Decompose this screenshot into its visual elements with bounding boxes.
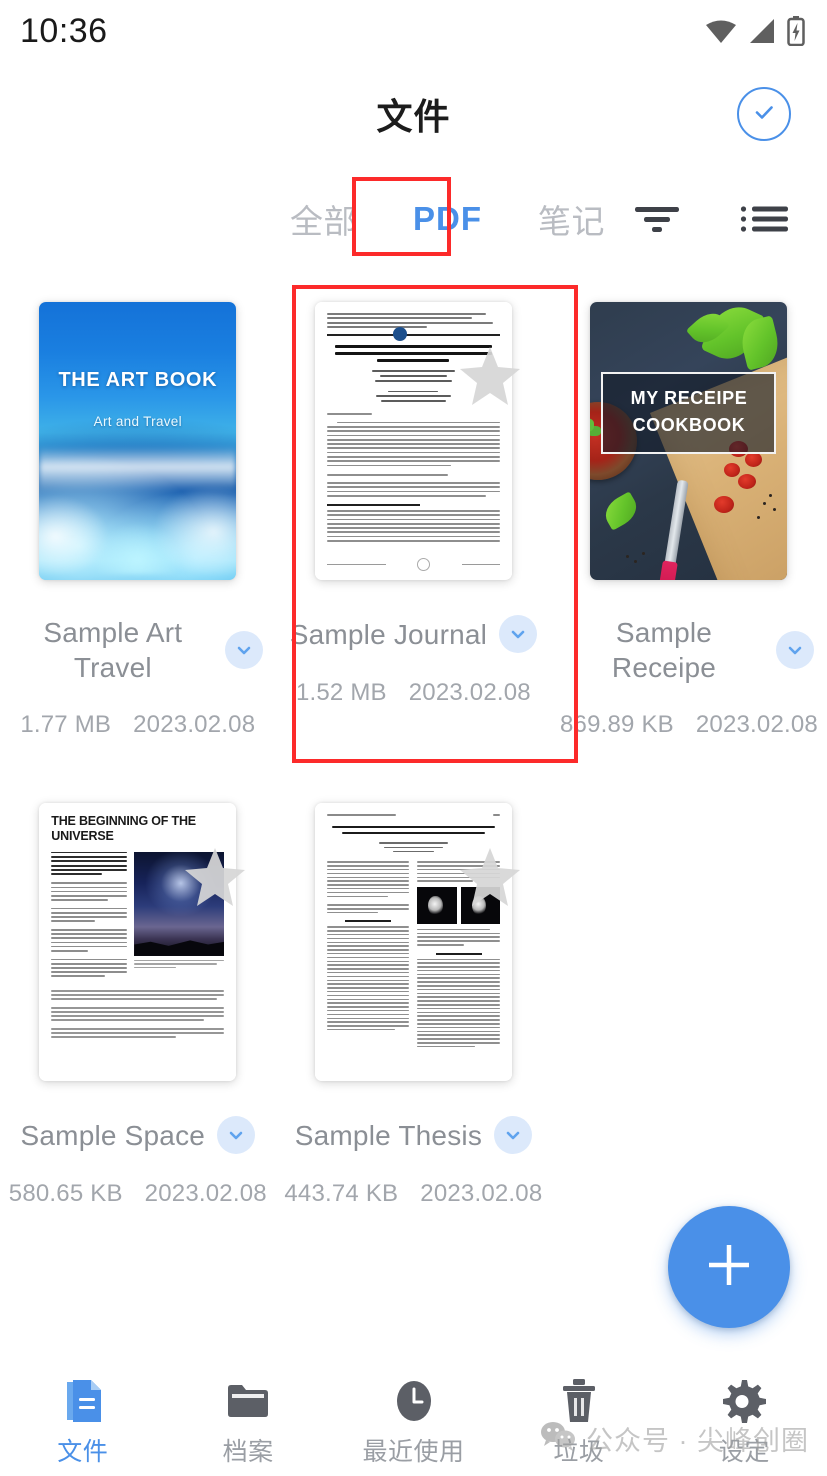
file-size: 1.77 MB	[20, 711, 112, 738]
add-file-button[interactable]	[668, 1206, 790, 1328]
file-date: 2023.02.08	[408, 679, 531, 706]
cellular-signal-icon	[748, 18, 776, 44]
file-size: 580.65 KB	[8, 1180, 123, 1207]
nav-label: 垃圾	[553, 1438, 605, 1466]
chevron-down-icon[interactable]	[217, 1116, 256, 1154]
thesis-page	[314, 803, 512, 1081]
art-book-cover: THE ART BOOK Art and Travel	[39, 302, 237, 580]
view-controls	[631, 176, 791, 262]
file-name-row: Sample Journal	[276, 615, 552, 653]
status-bar: 10:36	[0, 0, 827, 62]
file-thumbnail[interactable]: THE ART BOOK Art and Travel	[38, 302, 238, 585]
nav-label: 最近使用	[362, 1438, 465, 1466]
chevron-down-icon[interactable]	[775, 631, 814, 669]
cover-title: MY RECEIPE	[630, 387, 748, 408]
file-date: 2023.02.08	[420, 1180, 543, 1207]
file-size: 1.52 MB	[295, 679, 387, 706]
file-name-row: Sample Receipe	[551, 615, 827, 685]
journal-page	[314, 302, 512, 580]
cookbook-cover: MY RECEIPE COOKBOOK	[590, 302, 788, 580]
nav-label: 档案	[222, 1438, 274, 1466]
status-bar-clock: 10:36	[20, 11, 108, 50]
plus-icon	[701, 1237, 757, 1298]
nav-item-recent[interactable]: 最近使用	[331, 1378, 496, 1468]
file-meta: 580.65 KB 2023.02.08	[9, 1180, 267, 1208]
file-card-sample-art-travel[interactable]: THE ART BOOK Art and Travel Sample Art T…	[0, 280, 276, 739]
tab-notes[interactable]: 笔记	[510, 195, 633, 243]
document-icon	[61, 1378, 105, 1424]
file-grid-row: THE BEGINNING OF THE UNIVERSE Sample Spa…	[0, 781, 827, 1208]
file-card-sample-space[interactable]: THE BEGINNING OF THE UNIVERSE Sample Spa…	[0, 781, 276, 1208]
file-name-row: Sample Art Travel	[0, 615, 276, 685]
file-meta: 1.77 MB 2023.02.08	[20, 711, 255, 739]
chevron-down-icon[interactable]	[494, 1116, 533, 1154]
file-meta: 443.74 KB 2023.02.08	[284, 1180, 542, 1208]
file-grid-row: THE ART BOOK Art and Travel Sample Art T…	[0, 280, 827, 739]
list-view-icon[interactable]	[739, 199, 791, 239]
wifi-icon	[705, 18, 737, 44]
nav-item-files[interactable]: 文件	[0, 1378, 165, 1468]
file-name: Sample Journal	[289, 618, 488, 650]
nav-item-settings[interactable]: 设定	[662, 1378, 827, 1468]
file-date: 2023.02.08	[695, 711, 818, 738]
file-card-sample-journal[interactable]: Sample Journal 1.52 MB 2023.02.08	[276, 280, 552, 739]
check-circle-icon	[749, 97, 779, 132]
file-card-sample-receipe[interactable]: MY RECEIPE COOKBOOK Sample Receipe 869.8…	[551, 280, 827, 739]
cover-title: THE ART BOOK	[58, 368, 218, 391]
file-thumbnail[interactable]: THE BEGINNING OF THE UNIVERSE	[38, 803, 245, 1086]
tab-pdf[interactable]: PDF	[385, 200, 510, 238]
page-title: 文件	[376, 96, 451, 137]
chevron-down-icon[interactable]	[499, 615, 538, 653]
file-grid: THE ART BOOK Art and Travel Sample Art T…	[0, 280, 827, 1208]
tab-bar: 全部 PDF 笔记	[0, 176, 827, 262]
cover-subtitle: COOKBOOK	[632, 414, 746, 435]
nav-item-archive[interactable]: 档案	[165, 1378, 330, 1468]
file-name: Sample Receipe	[611, 617, 717, 683]
file-thumbnail[interactable]: MY RECEIPE COOKBOOK	[589, 302, 789, 585]
file-name: Sample Art Travel	[43, 617, 183, 683]
tab-all[interactable]: 全部	[262, 195, 385, 243]
filter-tabs: 全部 PDF 笔记	[262, 176, 633, 262]
header: 文件	[0, 62, 827, 166]
select-all-button[interactable]	[737, 87, 791, 141]
gear-icon	[721, 1378, 767, 1424]
cover-subtitle: Art and Travel	[93, 413, 182, 429]
universe-article-page: THE BEGINNING OF THE UNIVERSE	[39, 803, 237, 1081]
file-manager-screen: 10:36 文件 全部 PDF 笔记 THE ART BOOK Art and …	[0, 0, 827, 1476]
file-card-sample-thesis[interactable]: Sample Thesis 443.74 KB 2023.02.08	[276, 781, 552, 1208]
nav-label: 设定	[718, 1438, 770, 1466]
file-meta: 1.52 MB 2023.02.08	[296, 679, 531, 707]
file-meta: 869.89 KB 2023.02.08	[560, 711, 818, 739]
file-name: Sample Thesis	[294, 1119, 483, 1151]
nav-label: 文件	[57, 1438, 109, 1466]
sort-icon[interactable]	[631, 199, 683, 239]
file-name: Sample Space	[20, 1119, 206, 1151]
file-name-row: Sample Thesis	[276, 1116, 552, 1154]
file-thumbnail[interactable]	[313, 803, 521, 1086]
file-date: 2023.02.08	[133, 711, 256, 738]
cover-title: THE BEGINNING OF THE UNIVERSE	[51, 814, 196, 844]
trash-icon	[559, 1378, 599, 1424]
bottom-navigation: 文件 档案 最近使用 垃圾 设定	[0, 1370, 827, 1476]
cover-label: MY RECEIPE COOKBOOK	[601, 371, 777, 454]
clock-icon	[393, 1378, 435, 1424]
file-size: 443.74 KB	[284, 1180, 399, 1207]
file-thumbnail[interactable]	[313, 302, 521, 585]
chevron-down-icon[interactable]	[224, 631, 263, 669]
file-name-row: Sample Space	[0, 1116, 276, 1154]
folder-icon	[225, 1378, 271, 1424]
file-size: 869.89 KB	[559, 711, 674, 738]
status-bar-icons	[705, 16, 805, 46]
galaxy-photo	[134, 851, 225, 956]
file-date: 2023.02.08	[144, 1180, 267, 1207]
battery-charging-icon	[787, 16, 805, 46]
nav-item-trash[interactable]: 垃圾	[496, 1378, 661, 1468]
